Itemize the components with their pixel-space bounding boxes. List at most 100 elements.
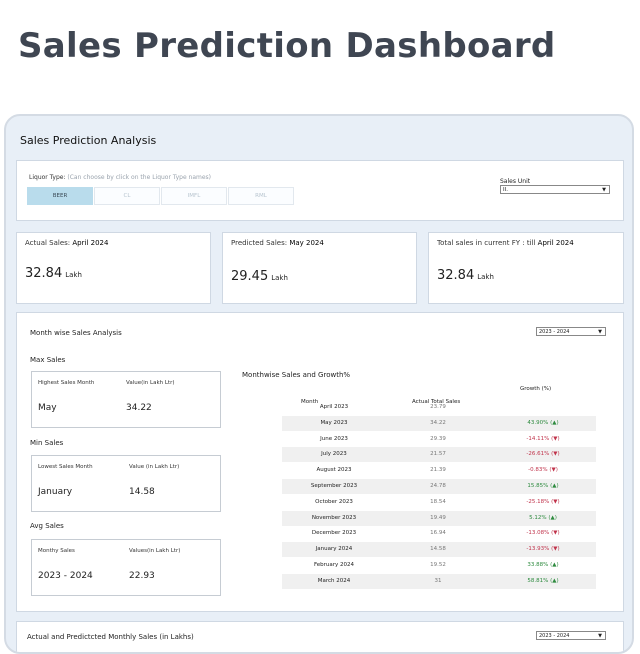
min-sales-value-header: Value (in Lakh Ltr) (129, 464, 180, 470)
avg-sales-box: Monthy Sales Values(in Lakh Ltr) 2023 - … (31, 539, 221, 596)
max-sales-value: 34.22 (126, 403, 152, 413)
growth-cell: -0.83% (▼) (528, 467, 558, 474)
kpi-total-number: 32.84 (437, 268, 475, 283)
month-cell: September 2023 (310, 483, 358, 489)
min-sales-box: Lowest Sales Month Value (in Lakh Ltr) J… (31, 455, 221, 512)
bottom-year-select[interactable]: 2023 - 2024 ▼ (536, 631, 606, 640)
kpi-predicted-number: 29.45 (231, 269, 269, 284)
min-sales-title: Min Sales (30, 439, 64, 447)
min-sales-value: 14.58 (129, 487, 155, 497)
chevron-down-icon: ▼ (598, 329, 602, 335)
kpi-total-value: 32.84 Lakh (437, 268, 494, 283)
chevron-down-icon: ▼ (602, 187, 606, 193)
kpi-actual-label: Actual Sales: April 2024 (25, 239, 108, 247)
avg-sales-title: Avg Sales (30, 522, 64, 530)
growth-cell: 15.85% (▲) (527, 483, 559, 489)
growth-table-title: Monthwise Sales and Growth% (242, 371, 351, 379)
table-row: May 2023 34.22 43.90% (▲) (282, 415, 596, 431)
table-row: September 2023 24.78 15.85% (▲) (282, 479, 596, 494)
actual-sales-cell: 23.79 (430, 404, 446, 410)
growth-cell: 43.90% (▲) (527, 419, 559, 426)
growth-cell: -13.08% (▼) (526, 530, 560, 537)
max-sales-month: May (38, 403, 57, 413)
actual-sales-cell: 19.52 (430, 562, 446, 568)
kpi-predicted-card: Predicted Sales: May 2024 29.45 Lakh (222, 232, 417, 304)
table-row: April 2023 23.79 (282, 400, 596, 415)
monthwise-panel: Month wise Sales Analysis 2023 - 2024 ▼ … (16, 312, 624, 612)
growth-cell: -25.18% (▼) (526, 498, 560, 505)
actual-sales-cell: 21.39 (430, 467, 446, 474)
kpi-total-period: April 2024 (537, 239, 574, 247)
year-select-value: 2023 - 2024 (539, 329, 570, 335)
tab-imfl[interactable]: IMFL (161, 187, 227, 205)
month-cell: April 2023 (319, 404, 349, 410)
monthwise-title: Month wise Sales Analysis (30, 329, 122, 337)
kpi-actual-value: 32.84 Lakh (25, 266, 82, 281)
kpi-actual-period: April 2024 (72, 239, 109, 247)
kpi-actual-unit: Lakh (65, 271, 82, 279)
kpi-total-label-text: Total sales in current FY : till (437, 239, 536, 247)
avg-sales-value-header: Values(in Lakh Ltr) (129, 548, 181, 554)
actual-sales-cell: 24.78 (430, 483, 446, 489)
table-row: November 2023 19.49 5.12% (▲) (282, 510, 596, 526)
kpi-predicted-period: May 2024 (289, 239, 324, 247)
kpi-actual-card: Actual Sales: April 2024 32.84 Lakh (16, 232, 211, 304)
min-sales-month-header: Lowest Sales Month (38, 464, 93, 470)
monthly-sales-title: Actual and Predictcted Monthly Sales (in… (27, 633, 194, 641)
tab-beer[interactable]: BEER (27, 187, 93, 205)
max-sales-title: Max Sales (30, 356, 66, 364)
month-cell: March 2024 (317, 577, 351, 584)
table-row: August 2023 21.39 -0.83% (▼) (282, 463, 596, 478)
kpi-total-card: Total sales in current FY : till April 2… (428, 232, 624, 304)
actual-sales-cell: 16.94 (430, 530, 446, 537)
table-row: January 2024 14.58 -13.93% (▼) (282, 542, 596, 558)
growth-cell: 5.12% (▲) (529, 514, 557, 521)
max-sales-month-header: Highest Sales Month (38, 380, 95, 386)
table-row: October 2023 18.54 -25.18% (▼) (282, 495, 596, 510)
sales-unit-select[interactable]: II. ▼ (500, 185, 610, 194)
month-cell: October 2023 (315, 498, 353, 505)
tab-cl[interactable]: CL (94, 187, 160, 205)
table-row: June 2023 29.39 -14.11% (▼) (282, 432, 596, 447)
actual-sales-cell: 29.39 (430, 435, 446, 442)
month-cell: January 2024 (315, 546, 353, 553)
analysis-title: Sales Prediction Analysis (20, 134, 157, 147)
avg-sales-period: 2023 - 2024 (38, 571, 93, 581)
table-row: March 2024 31 58.81% (▲) (282, 573, 596, 589)
month-cell: June 2023 (320, 435, 348, 442)
tab-rml[interactable]: RML (228, 187, 294, 205)
actual-sales-cell: 18.54 (430, 498, 446, 505)
month-cell: December 2023 (311, 530, 357, 537)
kpi-predicted-label: Predicted Sales: May 2024 (231, 239, 324, 247)
kpi-total-unit: Lakh (477, 273, 494, 281)
liquor-type-hint: (Can choose by click on the Liquor Type … (67, 174, 212, 181)
month-cell: August 2023 (316, 467, 352, 474)
avg-sales-value: 22.93 (129, 571, 155, 581)
dashboard-frame: Sales Prediction Analysis Liquor Type: (… (4, 114, 634, 654)
page-title: Sales Prediction Dashboard (18, 26, 556, 66)
filter-panel: Liquor Type: (Can choose by click on the… (16, 160, 624, 221)
sales-unit-label: Sales Unit (500, 178, 531, 185)
bottom-year-select-value: 2023 - 2024 (539, 633, 570, 639)
growth-cell: 33.88% (▲) (527, 562, 559, 568)
growth-cell: 58.81% (▲) (527, 577, 559, 584)
table-row: February 2024 19.52 33.88% (▲) (282, 558, 596, 573)
actual-sales-cell: 21.57 (430, 451, 446, 458)
month-cell: July 2023 (321, 451, 347, 458)
max-sales-box: Highest Sales Month Value(in Lakh Ltr) M… (31, 371, 221, 428)
actual-sales-cell: 19.49 (430, 514, 446, 521)
avg-sales-month-header: Monthy Sales (38, 548, 75, 554)
kpi-actual-label-text: Actual Sales: (25, 239, 71, 247)
actual-sales-cell: 31 (434, 577, 442, 584)
month-cell: May 2023 (320, 419, 348, 426)
month-cell: November 2023 (311, 514, 357, 521)
year-select[interactable]: 2023 - 2024 ▼ (536, 327, 606, 336)
kpi-predicted-unit: Lakh (271, 274, 288, 282)
monthly-sales-panel: Actual and Predictcted Monthly Sales (in… (16, 621, 624, 652)
liquor-type-label: Liquor Type: (Can choose by click on the… (29, 174, 211, 181)
sales-unit-value: II. (503, 187, 508, 193)
growth-column-header: Growth (%) (520, 386, 552, 392)
growth-cell: -26.61% (▼) (526, 451, 560, 458)
table-row: December 2023 16.94 -13.08% (▼) (282, 526, 596, 541)
growth-cell: -13.93% (▼) (526, 546, 560, 553)
